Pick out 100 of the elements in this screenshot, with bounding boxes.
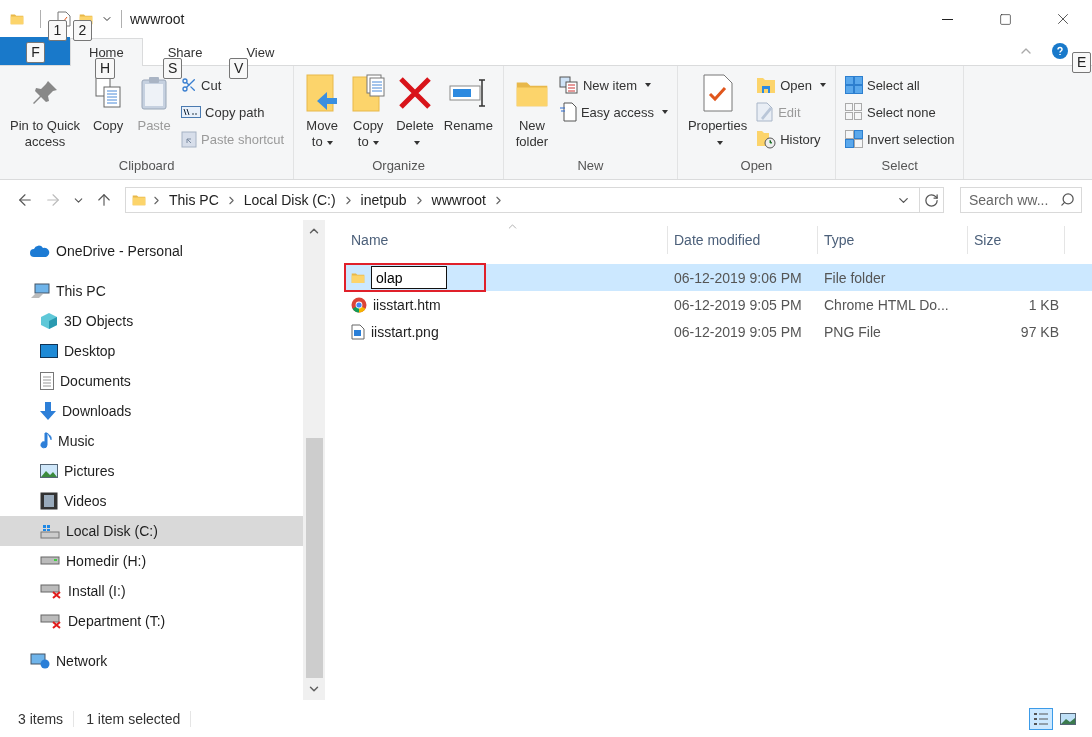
breadcrumb[interactable]: This PC xyxy=(167,192,221,208)
page-icon xyxy=(558,102,577,122)
cube-icon xyxy=(40,312,58,330)
date-cell-text: 06-12-2019 9:05 PM xyxy=(673,323,803,340)
nav-item[interactable]: Install (I:) xyxy=(0,576,303,606)
keytip: H xyxy=(95,58,116,79)
window-title: wwwroot xyxy=(130,11,185,27)
ribbon-button[interactable]: Copy path xyxy=(178,99,288,125)
folder-arrow-icon xyxy=(305,74,340,112)
file-row[interactable]: iisstart.htm 06-12-2019 9:05 PM Chrome HTML Do... 1 KB xyxy=(345,291,1092,318)
help-icon[interactable] xyxy=(1052,43,1068,59)
search-field[interactable]: Search ww... xyxy=(960,187,1082,213)
keytip: 2 xyxy=(73,20,92,41)
group-label: Select xyxy=(880,157,919,175)
folder-icon xyxy=(132,194,146,206)
selection-count: 1 item selected xyxy=(86,710,192,727)
scroll-thumb[interactable] xyxy=(305,438,323,678)
column-header[interactable]: Date modified xyxy=(668,226,818,254)
folder-icon xyxy=(10,13,24,25)
landscape-picture-icon xyxy=(1060,712,1076,725)
film-icon xyxy=(40,492,58,510)
nav-item[interactable]: OneDrive - Personal xyxy=(0,236,303,266)
file-name-cell: iisstart.htm xyxy=(345,291,485,318)
size-cell-text: 1 KB xyxy=(1027,296,1060,313)
nav-item[interactable]: Department (T:) xyxy=(0,606,303,636)
scrollbar[interactable] xyxy=(303,220,325,700)
properties-check-icon xyxy=(702,74,733,112)
nav-item[interactable]: Videos xyxy=(0,486,303,516)
file-name-cell: iisstart.png xyxy=(345,318,485,345)
disconnected-drive-icon xyxy=(40,613,62,629)
ribbon-button[interactable]: History xyxy=(753,126,829,152)
pencil-page-icon xyxy=(756,102,775,122)
breadcrumb[interactable]: wwwroot xyxy=(429,192,488,208)
grid-mixed-icon xyxy=(844,130,863,148)
ribbon-button[interactable]: Select none xyxy=(841,99,958,125)
nav-item[interactable]: Pictures xyxy=(0,456,303,486)
browser-logo-icon xyxy=(351,296,367,313)
path-icon xyxy=(181,106,202,118)
ribbon-button[interactable]: New folder xyxy=(509,70,554,155)
ribbon-button[interactable]: Copy to xyxy=(346,70,391,155)
ribbon-button[interactable]: New item xyxy=(555,72,671,98)
desktop-icon xyxy=(40,344,58,358)
scissors-icon xyxy=(181,77,198,93)
ribbon-button[interactable]: Pin to Quick access xyxy=(6,70,85,155)
forward-arrow-icon xyxy=(44,191,62,209)
new-item-icon xyxy=(558,76,579,94)
keytip: S xyxy=(163,58,183,79)
ribbon-button[interactable]: Move to xyxy=(300,70,345,155)
music-note-icon xyxy=(40,432,52,450)
breadcrumb[interactable]: Local Disk (C:) xyxy=(241,192,338,208)
size-cell-text: 97 KB xyxy=(1019,323,1060,340)
ribbon-button[interactable]: Select all xyxy=(841,72,958,98)
folder-clock-icon xyxy=(756,129,777,149)
ribbon-button[interactable]: Properties xyxy=(683,70,752,155)
nav-item[interactable]: Downloads xyxy=(0,396,303,426)
details-view-button[interactable] xyxy=(1029,707,1053,730)
ribbon-button[interactable]: Invert selection xyxy=(841,126,958,152)
group-label: New xyxy=(576,157,605,175)
clipboard-icon xyxy=(140,76,169,110)
rename-field-icon xyxy=(449,78,488,108)
address-bar[interactable]: This PC Local Disk (C:) inetpub wwwroot xyxy=(125,187,944,213)
file-row[interactable]: iisstart.png 06-12-2019 9:05 PM PNG File 97 KB xyxy=(345,318,1092,345)
rename-field[interactable]: olap xyxy=(371,266,447,289)
nav-item[interactable]: Music xyxy=(0,426,303,456)
type-cell-text: Chrome HTML Do... xyxy=(823,296,950,313)
nav-item[interactable]: 3D Objects xyxy=(0,306,303,336)
nav-item[interactable]: This PC xyxy=(0,276,303,306)
maximize-icon xyxy=(998,12,1012,26)
drive-windows-icon xyxy=(40,523,60,539)
ribbon-button[interactable]: Rename xyxy=(439,70,497,155)
grid-filled-icon xyxy=(844,76,863,94)
document-icon xyxy=(40,372,54,390)
nav-item[interactable]: Documents xyxy=(0,366,303,396)
column-header[interactable]: Name xyxy=(345,226,668,254)
download-arrow-icon xyxy=(40,402,56,420)
nav-item[interactable]: Desktop xyxy=(0,336,303,366)
ribbon-button[interactable]: Delete xyxy=(392,70,438,155)
minimize-icon xyxy=(941,18,953,20)
nav-item[interactable]: Homedir (H:) xyxy=(0,546,303,576)
ribbon-button[interactable]: Open xyxy=(753,72,829,98)
folder-icon xyxy=(351,271,365,284)
shortcut-clipboard-icon xyxy=(181,130,198,148)
nav-item[interactable]: Network xyxy=(0,646,303,676)
date-cell-text: 06-12-2019 9:05 PM xyxy=(673,296,803,313)
column-header[interactable]: Size xyxy=(968,226,1065,254)
item-count: 3 items xyxy=(18,710,75,727)
type-cell-text: File folder xyxy=(823,269,887,286)
folder-pages-icon xyxy=(351,74,386,112)
breadcrumb[interactable]: inetpub xyxy=(358,192,409,208)
column-header[interactable]: Type xyxy=(818,226,968,254)
date-cell-text: 06-12-2019 9:06 PM xyxy=(673,269,803,286)
network-globe-icon xyxy=(30,653,50,669)
cloud-icon xyxy=(30,245,50,257)
refresh-icon xyxy=(924,192,939,208)
file-row[interactable]: olap 06-12-2019 9:06 PM File folder xyxy=(345,264,1092,291)
open-folder-icon xyxy=(756,76,777,94)
nav-item[interactable]: Local Disk (C:) xyxy=(0,516,303,546)
details-list-icon xyxy=(1033,711,1049,726)
group-label: Clipboard xyxy=(117,157,176,175)
ribbon-button[interactable]: Easy access xyxy=(555,99,671,125)
